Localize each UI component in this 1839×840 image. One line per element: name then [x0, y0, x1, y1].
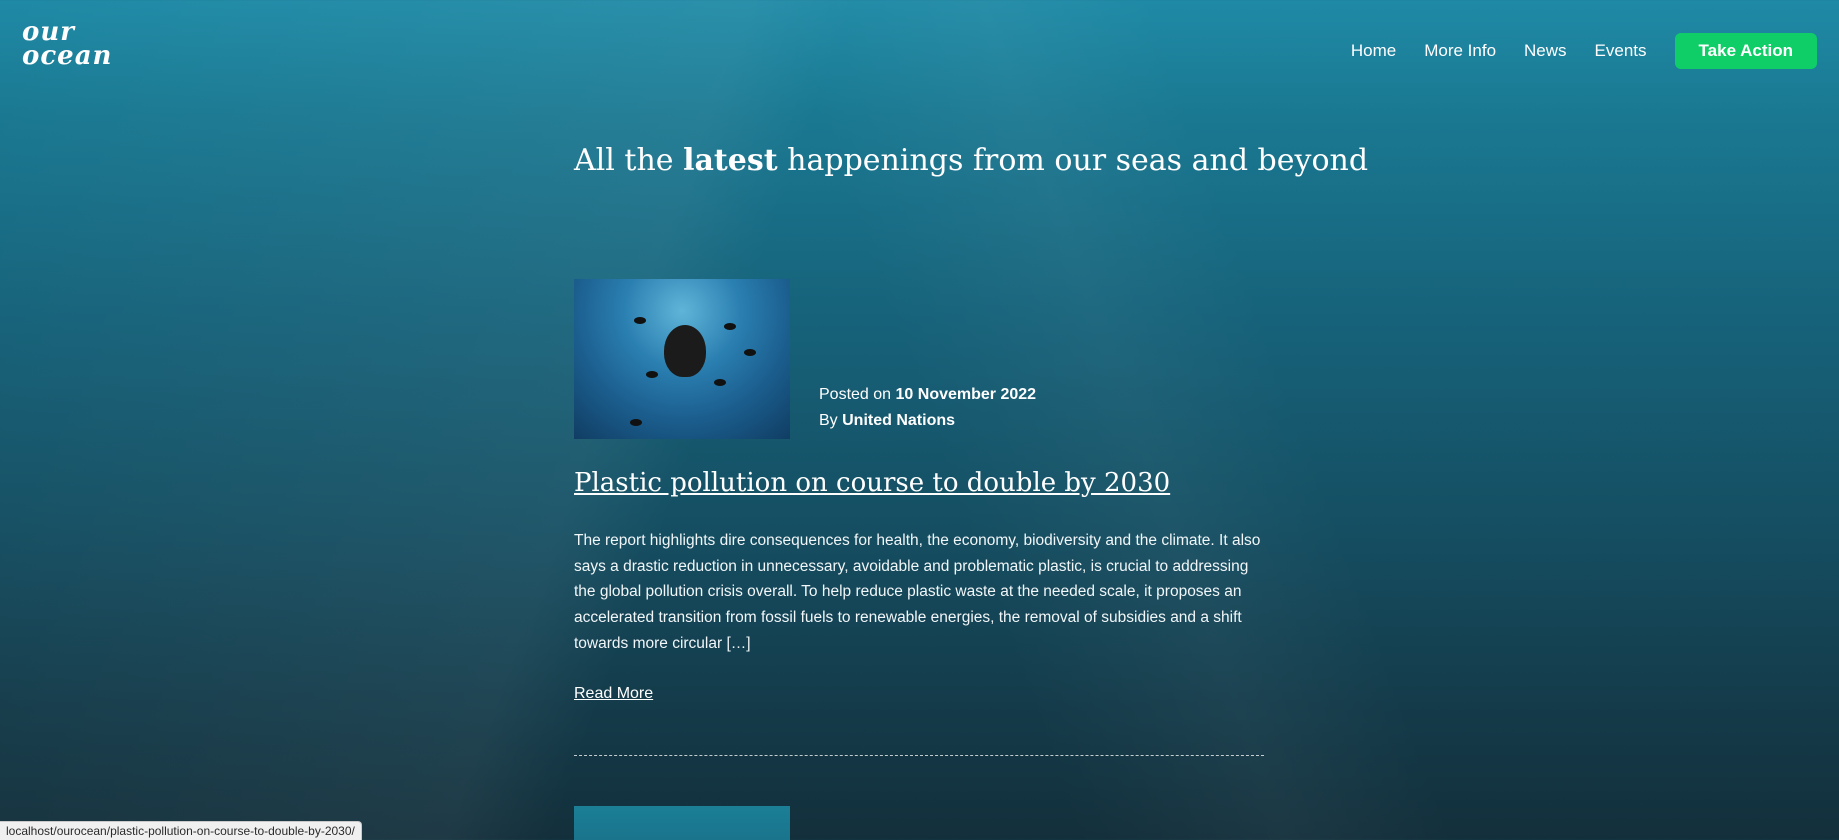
- nav-item-events[interactable]: Events: [1595, 41, 1647, 61]
- debris-dot: [714, 379, 726, 386]
- headline-post: happenings from our seas and beyond: [787, 143, 1369, 178]
- nav-item-more-info[interactable]: More Info: [1424, 41, 1496, 61]
- page-headline: All the latest happenings from our seas …: [574, 140, 1368, 182]
- site-header: our ocean Home More Info News Events Tak…: [0, 0, 1839, 100]
- post-thumbnail[interactable]: [574, 279, 790, 439]
- debris-dot: [744, 349, 756, 356]
- news-post: Posted on 10 November 2022 By United Nat…: [574, 279, 1264, 840]
- browser-status-url: localhost/ourocean/plastic-pollution-on-…: [0, 821, 362, 840]
- post-date-line: Posted on 10 November 2022: [819, 382, 1036, 408]
- post-meta: Posted on 10 November 2022 By United Nat…: [819, 382, 1036, 434]
- news-main: All the latest happenings from our seas …: [574, 140, 1368, 840]
- turtle-shape: [664, 325, 706, 377]
- post-author: United Nations: [842, 412, 956, 429]
- by-prefix: By: [819, 412, 838, 429]
- main-nav: Home More Info News Events Take Action: [1351, 33, 1817, 69]
- debris-dot: [724, 323, 736, 330]
- post-title-link[interactable]: Plastic pollution on course to double by…: [574, 468, 1170, 498]
- post-excerpt: The report highlights dire consequences …: [574, 532, 1261, 652]
- post-header: Posted on 10 November 2022 By United Nat…: [574, 279, 1264, 439]
- nav-item-home[interactable]: Home: [1351, 41, 1396, 61]
- post-author-line: By United Nations: [819, 408, 1036, 434]
- site-logo[interactable]: our ocean: [22, 19, 113, 74]
- debris-dot: [630, 419, 642, 426]
- posted-prefix: Posted on: [819, 386, 892, 403]
- logo-line-2: ocean: [22, 41, 113, 71]
- debris-dot: [646, 371, 658, 378]
- read-more-link[interactable]: Read More: [574, 685, 653, 703]
- headline-pre: All the: [574, 143, 674, 178]
- post-date: 10 November 2022: [895, 386, 1037, 403]
- post-divider: [574, 755, 1264, 757]
- nav-item-news[interactable]: News: [1524, 41, 1567, 61]
- headline-bold: latest: [683, 143, 778, 178]
- take-action-button[interactable]: Take Action: [1674, 33, 1817, 69]
- post-title: Plastic pollution on course to double by…: [574, 465, 1264, 501]
- debris-dot: [634, 317, 646, 324]
- next-post-thumbnail[interactable]: [574, 806, 790, 840]
